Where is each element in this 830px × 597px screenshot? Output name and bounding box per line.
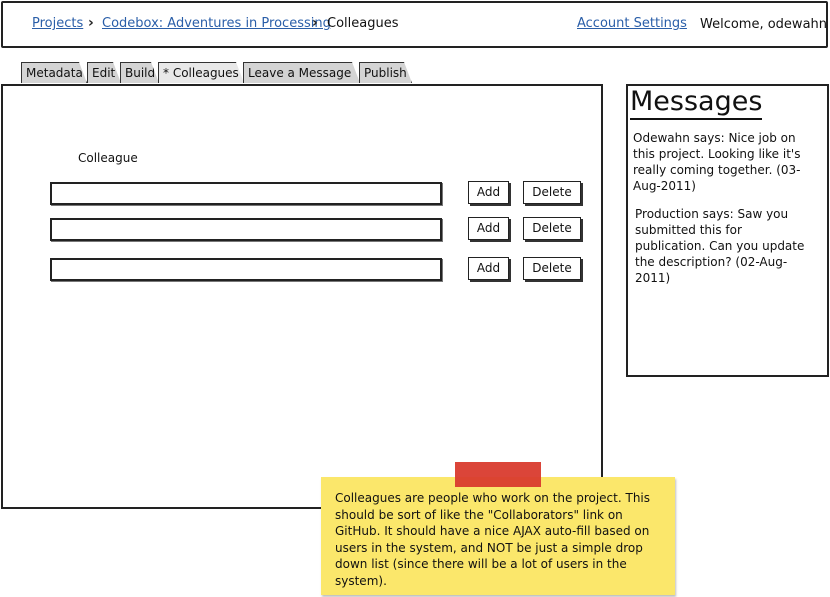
message-item: Odewahn says: Nice job on this project. … bbox=[633, 131, 801, 193]
chevron-right-icon: › bbox=[312, 15, 318, 31]
colleague-input-3[interactable] bbox=[50, 258, 442, 281]
breadcrumb-projects-link[interactable]: Projects bbox=[32, 16, 83, 31]
delete-button[interactable]: Delete bbox=[523, 257, 581, 280]
breadcrumb-project-link[interactable]: Codebox: Adventures in Processing bbox=[102, 16, 331, 31]
tab-colleagues[interactable]: * Colleagues bbox=[158, 62, 244, 83]
add-button[interactable]: Add bbox=[468, 257, 509, 280]
tab-build[interactable]: Build bbox=[120, 62, 159, 83]
tab-publish[interactable]: Publish bbox=[359, 62, 412, 83]
message-item: Production says: Saw you submitted this … bbox=[635, 207, 805, 285]
colleagues-panel bbox=[1, 84, 603, 509]
sticky-note-text: Colleagues are people who work on the pr… bbox=[335, 491, 651, 588]
add-button[interactable]: Add bbox=[468, 181, 509, 204]
tab-edit[interactable]: Edit bbox=[87, 62, 121, 83]
welcome-text: Welcome, odewahn bbox=[700, 17, 828, 32]
tape-strip bbox=[455, 462, 541, 487]
tab-metadata[interactable]: Metadata bbox=[21, 62, 87, 83]
colleague-label: Colleague bbox=[78, 151, 138, 165]
colleague-input-1[interactable] bbox=[50, 182, 442, 205]
messages-title: Messages bbox=[630, 86, 763, 120]
delete-button[interactable]: Delete bbox=[523, 181, 581, 204]
colleague-input-2[interactable] bbox=[50, 218, 442, 241]
account-settings-link[interactable]: Account Settings bbox=[577, 16, 687, 31]
tab-leave-a-message[interactable]: Leave a Message bbox=[243, 62, 360, 83]
add-button[interactable]: Add bbox=[468, 217, 509, 240]
delete-button[interactable]: Delete bbox=[523, 217, 581, 240]
chevron-right-icon: › bbox=[88, 15, 94, 31]
breadcrumb-current: Colleagues bbox=[327, 16, 399, 31]
